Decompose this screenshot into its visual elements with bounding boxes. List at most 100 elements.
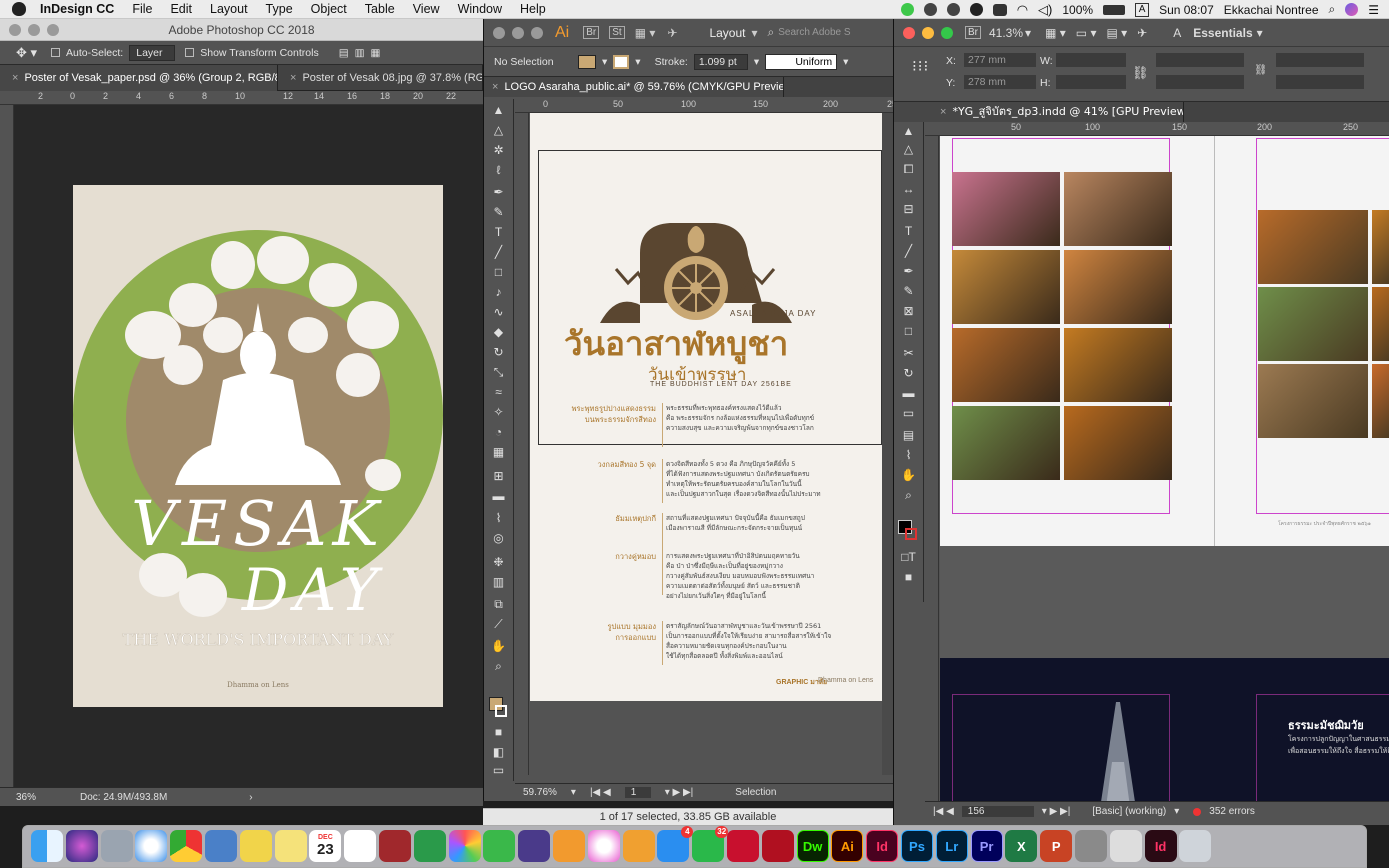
- eyedropper-tool-icon[interactable]: ⌇: [491, 511, 507, 525]
- artboard-number[interactable]: 1: [624, 787, 651, 798]
- blend-tool-icon[interactable]: ◎: [491, 531, 507, 545]
- photo-frame[interactable]: [952, 172, 1060, 246]
- direct-selection-tool-icon[interactable]: △: [901, 142, 917, 156]
- archive-utility-icon[interactable]: [1109, 830, 1142, 862]
- y-field[interactable]: 278 mm: [964, 75, 1036, 89]
- spotlight-icon[interactable]: ⌕: [1329, 2, 1336, 17]
- menu-type[interactable]: Type: [266, 2, 293, 16]
- hand-tool-icon[interactable]: ✋: [901, 468, 917, 482]
- notification-center-icon[interactable]: ☰: [1368, 3, 1379, 17]
- hand-tool-icon[interactable]: ✋: [491, 639, 507, 653]
- rectangle-frame-tool-icon[interactable]: ⊠: [901, 304, 917, 318]
- menu-edit[interactable]: Edit: [170, 2, 192, 16]
- puppet-warp-tool-icon[interactable]: ✧: [491, 405, 507, 419]
- stroke-color-icon[interactable]: [905, 528, 917, 540]
- mail-icon[interactable]: [622, 830, 655, 862]
- page-tool-icon[interactable]: ⧠: [901, 162, 917, 176]
- line-tool-icon[interactable]: ╱: [901, 244, 917, 258]
- chevron-down-icon[interactable]: ▾: [1025, 26, 1031, 40]
- input-source[interactable]: A: [1135, 2, 1150, 17]
- line-tool-icon[interactable]: ╱: [491, 245, 507, 259]
- constrain-scale-icon[interactable]: ⛓: [1254, 63, 1267, 76]
- minimize-button[interactable]: [922, 26, 934, 39]
- first-page-icon[interactable]: |◀ ◀: [933, 806, 954, 817]
- stroke-color-icon[interactable]: [495, 705, 507, 717]
- creative-cloud-icon[interactable]: [992, 3, 1007, 16]
- free-transform-tool-icon[interactable]: ↻: [901, 366, 917, 380]
- photo-frame[interactable]: [952, 328, 1060, 402]
- scissors-tool-icon[interactable]: ✂: [901, 346, 917, 360]
- photo-frame[interactable]: [952, 406, 1060, 480]
- itunes-icon[interactable]: [587, 830, 620, 862]
- gradient-swatch-tool-icon[interactable]: ▬: [901, 386, 917, 400]
- chevron-down-icon[interactable]: ▾: [751, 26, 757, 40]
- stroke-swatch[interactable]: [613, 54, 630, 69]
- transform-checkbox[interactable]: [185, 48, 195, 57]
- photo-booth-icon[interactable]: [379, 830, 411, 862]
- type-tool-icon[interactable]: T: [901, 224, 917, 238]
- content-collector-icon[interactable]: ⊟: [901, 202, 917, 216]
- move-tool-icon[interactable]: ✥ ▾: [16, 45, 37, 61]
- shaper-tool-icon[interactable]: ∿: [491, 305, 507, 319]
- photo-frame[interactable]: [1064, 172, 1172, 246]
- line-icon[interactable]: 32: [692, 826, 729, 862]
- selection-tool-icon[interactable]: ▲: [901, 124, 917, 138]
- powerpoint-icon[interactable]: P: [1040, 830, 1073, 862]
- menu-view[interactable]: View: [413, 2, 440, 16]
- illustrator-icon[interactable]: Ai: [831, 830, 864, 862]
- x-field[interactable]: 277 mm: [964, 53, 1036, 67]
- stroke-weight-field[interactable]: 1.099 pt: [693, 53, 748, 70]
- books-icon[interactable]: [553, 830, 585, 862]
- malwarebytes-icon[interactable]: [969, 3, 983, 16]
- zoom-level[interactable]: 36%: [16, 792, 36, 803]
- pen-tool-icon[interactable]: ✒: [901, 264, 917, 278]
- magic-wand-tool-icon[interactable]: ✲: [491, 143, 507, 157]
- stickies-icon[interactable]: [274, 830, 307, 862]
- trash-icon[interactable]: [1179, 830, 1212, 862]
- preflight-style[interactable]: [Basic] (working): [1092, 806, 1166, 817]
- photo-frame[interactable]: [1258, 287, 1368, 361]
- tab-vesak-paper[interactable]: × Poster of Vesak_paper.psd @ 36% (Group …: [0, 64, 278, 91]
- zoom-level-field[interactable]: 41.3%: [989, 26, 1023, 40]
- photo-frame[interactable]: [1258, 210, 1368, 284]
- photo-frame[interactable]: [1064, 250, 1172, 324]
- premiere-icon[interactable]: Pr: [970, 830, 1003, 862]
- indesign-document-icon[interactable]: Id: [1144, 830, 1177, 862]
- photo-frame[interactable]: [952, 250, 1060, 324]
- photo-frame[interactable]: [1372, 210, 1389, 284]
- menu-layout[interactable]: Layout: [210, 2, 248, 16]
- tab-close-icon[interactable]: ×: [290, 72, 296, 84]
- calendar-icon[interactable]: DEC 23: [309, 830, 342, 862]
- screen-mode-icon[interactable]: ▭: [491, 763, 507, 777]
- rotate-tool-icon[interactable]: ↻: [491, 345, 507, 359]
- numbers-icon[interactable]: [413, 830, 446, 862]
- zoom-button[interactable]: [941, 26, 953, 39]
- shear-field[interactable]: [1276, 75, 1364, 89]
- view-options-icon[interactable]: ▦ ▾: [1045, 26, 1066, 40]
- photo-frame[interactable]: [1372, 364, 1389, 438]
- photoshop-canvas[interactable]: VESAK DAY THE WORLD'S IMPORTANT DAY Dham…: [15, 105, 483, 789]
- imovie-icon[interactable]: [518, 830, 551, 862]
- indesign-pasteboard[interactable]: โครงการธรรมะ ประจำปีพุทธศักราช ๒๕๖๑ ธรรม…: [940, 136, 1389, 801]
- pen-tool-icon[interactable]: ✒: [491, 185, 507, 199]
- column-graph-tool-icon[interactable]: ▥: [491, 575, 507, 589]
- fill-swatch[interactable]: [578, 54, 596, 69]
- tab-yg-indd[interactable]: × *YG_สูจิบัตร_dp3.indd @ 41% [GPU Previe…: [894, 102, 1184, 122]
- artboard-nav-next[interactable]: ▾ ▶ ▶|: [665, 787, 694, 798]
- rotate-field[interactable]: [1276, 53, 1364, 67]
- stock-button[interactable]: St: [609, 26, 625, 39]
- close-button[interactable]: [9, 23, 21, 36]
- dreamweaver-icon[interactable]: Dw: [796, 830, 829, 862]
- symbol-sprayer-tool-icon[interactable]: ❉: [491, 555, 507, 569]
- siri-icon[interactable]: [65, 830, 98, 862]
- auto-select-dropdown[interactable]: Layer: [129, 44, 176, 61]
- lasso-tool-icon[interactable]: ℓ: [491, 163, 507, 177]
- arrange-documents-icon[interactable]: ▤ ▾: [1106, 26, 1127, 40]
- width-tool-icon[interactable]: ≈: [491, 385, 507, 399]
- system-preferences-icon[interactable]: [1075, 830, 1107, 862]
- constrain-link-icon[interactable]: ⛓: [1132, 65, 1149, 81]
- workspace-switcher[interactable]: Essentials: [1193, 26, 1252, 40]
- menu-object[interactable]: Object: [311, 2, 347, 16]
- note-tool-icon[interactable]: ▤: [901, 428, 917, 442]
- menu-file[interactable]: File: [132, 2, 152, 16]
